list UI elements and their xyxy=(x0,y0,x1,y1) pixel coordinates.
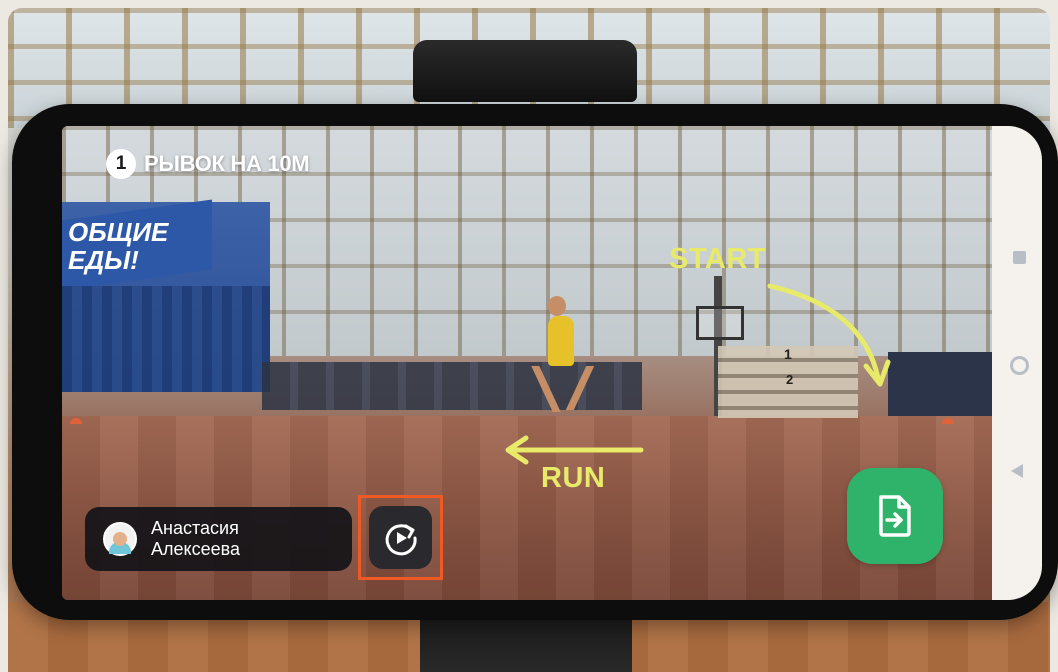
replay-icon xyxy=(385,523,417,555)
athlete-first-name: Анастасия xyxy=(151,518,239,538)
runner-head xyxy=(548,296,566,316)
export-result-button[interactable] xyxy=(847,468,943,564)
gym-mat xyxy=(888,352,992,416)
exercise-title-row: 1 РЫВОК НА 10М xyxy=(106,149,310,179)
exercise-title: РЫВОК НА 10М xyxy=(144,151,310,176)
start-cone-right xyxy=(942,418,954,424)
replay-button[interactable] xyxy=(369,506,432,569)
athlete-chip[interactable]: Анастасия Алексеева xyxy=(85,507,352,571)
start-cone-left xyxy=(70,418,82,424)
circle-icon[interactable] xyxy=(1010,356,1029,375)
avatar-head xyxy=(113,532,127,546)
athlete-last-name: Алексеева xyxy=(151,539,240,559)
box-number-2: 2 xyxy=(786,372,794,387)
avatar xyxy=(103,522,137,556)
avatar-circle xyxy=(103,522,137,556)
tripod-mount-top xyxy=(413,40,637,102)
box-number-1: 1 xyxy=(784,346,792,362)
banner-crowd-silhouette xyxy=(62,286,270,392)
banner-text-line2: ЕДЫ! xyxy=(68,245,139,275)
start-label: START xyxy=(669,243,767,275)
banner-text: ОБЩИЕ ЕДЫ! xyxy=(68,218,168,274)
step-number-badge: 1 xyxy=(106,149,136,179)
square-icon[interactable] xyxy=(1013,251,1026,264)
triangle-back-icon[interactable] xyxy=(1011,464,1023,478)
tripod-mount-bottom xyxy=(420,618,632,672)
athlete-name: Анастасия Алексеева xyxy=(151,518,240,560)
hoop-backboard xyxy=(696,306,744,340)
runner-body xyxy=(548,316,574,366)
banner-text-line1: ОБЩИЕ xyxy=(68,217,169,247)
run-label: RUN xyxy=(541,462,606,494)
file-export-icon xyxy=(879,495,911,537)
